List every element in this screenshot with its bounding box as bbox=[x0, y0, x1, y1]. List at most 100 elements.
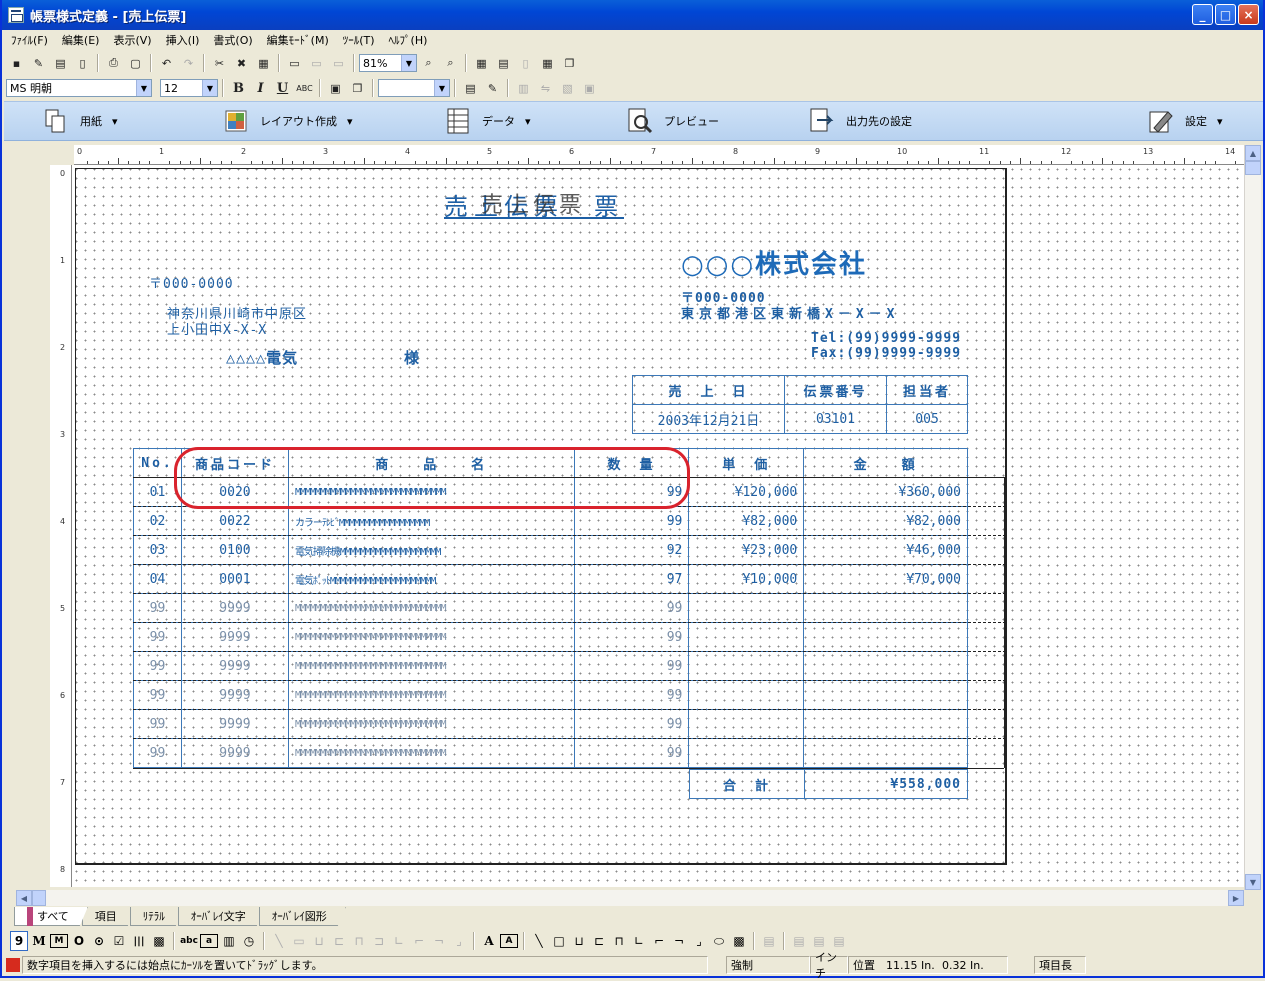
bracket-3-dim-icon[interactable]: ⊓ bbox=[350, 931, 368, 951]
frame-3-icon[interactable]: ▭ bbox=[328, 53, 349, 73]
sheet-icon[interactable]: ▦ bbox=[537, 53, 558, 73]
distribute-icon[interactable]: ⇋ bbox=[535, 78, 556, 98]
company-address[interactable]: 東京都港区東新橋X－X－X bbox=[681, 303, 899, 322]
scroll-thumb-h[interactable] bbox=[32, 890, 46, 906]
edit-icon[interactable]: ✎ bbox=[28, 53, 49, 73]
row-name[interactable]: MMMMMMMMMMMMMMMMMMMMMMMMMMMMMM bbox=[287, 738, 575, 768]
row-price[interactable]: ¥10,000 bbox=[688, 564, 805, 594]
align-icon[interactable]: ▥ bbox=[513, 78, 534, 98]
row-qty[interactable]: 99 bbox=[573, 680, 690, 710]
scroll-right-icon[interactable]: ▶ bbox=[1228, 890, 1244, 906]
corner-br-icon[interactable]: ⌟ bbox=[690, 931, 708, 951]
tab-literal[interactable]: ﾘﾃﾗﾙ bbox=[130, 907, 184, 926]
print-icon[interactable]: ⎙ bbox=[103, 53, 124, 73]
row-qty[interactable]: 99 bbox=[573, 709, 690, 739]
bracket-bottom-icon[interactable]: ⊔ bbox=[570, 931, 588, 951]
row-amount[interactable] bbox=[803, 738, 968, 768]
row-amount[interactable] bbox=[803, 593, 968, 623]
undo-icon[interactable]: ↶ bbox=[156, 53, 177, 73]
row-name[interactable]: MMMMMMMMMMMMMMMMMMMMMMMMMMMMMM bbox=[287, 593, 575, 623]
scroll-thumb[interactable] bbox=[1245, 161, 1261, 175]
row-name[interactable]: カラーﾃﾚﾋﾞMMMMMMMMMMMMMMMMMM bbox=[287, 506, 575, 536]
font-select[interactable]: MS 明朝 ▼ bbox=[6, 79, 152, 97]
scroll-up-icon[interactable]: ▲ bbox=[1245, 145, 1261, 161]
scroll-down-icon[interactable]: ▼ bbox=[1245, 874, 1261, 890]
bracket-2-dim-icon[interactable]: ⊏ bbox=[330, 931, 348, 951]
row-amount[interactable] bbox=[803, 709, 968, 739]
circle-text-tool[interactable]: O bbox=[70, 931, 88, 951]
row-name[interactable]: 電気掃除機MMMMMMMMMMMMMMMMMMMM bbox=[287, 535, 575, 565]
row-price[interactable] bbox=[688, 738, 805, 768]
row-amount[interactable] bbox=[803, 651, 968, 681]
output-button[interactable]: 出力先の設定 bbox=[808, 107, 912, 135]
layer-1-dim-icon[interactable]: ▤ bbox=[760, 931, 778, 951]
menu-tools[interactable]: ﾂｰﾙ(T) bbox=[336, 32, 382, 48]
info-value-number[interactable]: 03101 bbox=[783, 404, 888, 434]
total-value[interactable]: ¥558,000 bbox=[804, 769, 968, 799]
row-qty[interactable]: 99 bbox=[573, 738, 690, 768]
row-no[interactable]: 99 bbox=[133, 738, 182, 768]
paper-button[interactable]: 用紙 ▾ bbox=[42, 107, 118, 135]
row-code[interactable]: 9999 bbox=[180, 680, 289, 710]
row-no[interactable]: 99 bbox=[133, 709, 182, 739]
row-code[interactable]: 9999 bbox=[180, 593, 289, 623]
barcode-tool[interactable]: ||| bbox=[130, 931, 148, 951]
row-code[interactable]: 0022 bbox=[180, 506, 289, 536]
layer-2-dim-icon[interactable]: ▤ bbox=[790, 931, 808, 951]
data-button[interactable]: データ ▾ bbox=[444, 107, 531, 135]
page-icon[interactable]: ▯ bbox=[515, 53, 536, 73]
settings-button[interactable]: 設定 ▾ bbox=[1147, 107, 1223, 135]
row-code[interactable]: 9999 bbox=[180, 622, 289, 652]
tab-overlay-text[interactable]: ｵｰﾊﾞﾚｲ文字 bbox=[178, 907, 265, 926]
row-no[interactable]: 99 bbox=[133, 622, 182, 652]
underline-button[interactable]: U bbox=[272, 78, 293, 98]
document-icon[interactable]: ▯ bbox=[72, 53, 93, 73]
company-tel[interactable]: Tel:(99)9999-9999 bbox=[811, 331, 961, 346]
row-qty[interactable]: 92 bbox=[573, 535, 690, 565]
italic-button[interactable]: I bbox=[250, 78, 271, 98]
corner-2-dim-icon[interactable]: ⌐ bbox=[410, 931, 428, 951]
col-header-price[interactable]: 単 価 bbox=[688, 448, 805, 478]
row-price[interactable]: ¥82,000 bbox=[688, 506, 805, 536]
preview-button[interactable]: プレビュー bbox=[626, 107, 719, 135]
line-tool-icon[interactable]: ╲ bbox=[530, 931, 548, 951]
layer-icon[interactable]: ▤ bbox=[460, 78, 481, 98]
table-icon[interactable]: ▤ bbox=[493, 53, 514, 73]
cut-icon[interactable]: ✂ bbox=[209, 53, 230, 73]
menu-insert[interactable]: 挿入(I) bbox=[159, 32, 207, 48]
row-price[interactable] bbox=[688, 651, 805, 681]
frame-2-icon[interactable]: ▭ bbox=[306, 53, 327, 73]
ellipse-tool-icon[interactable]: ⬭ bbox=[710, 931, 728, 951]
row-amount[interactable]: ¥360,000 bbox=[803, 477, 968, 507]
menu-edit[interactable]: 編集(E) bbox=[55, 32, 107, 48]
bracket-left-icon[interactable]: ⊏ bbox=[590, 931, 608, 951]
menu-view[interactable]: 表示(V) bbox=[106, 32, 158, 48]
info-value-staff[interactable]: 005 bbox=[886, 404, 968, 434]
row-code[interactable]: 9999 bbox=[180, 651, 289, 681]
line-tool-dim-icon[interactable]: ╲ bbox=[270, 931, 288, 951]
clock-icon[interactable]: ◷ bbox=[240, 931, 258, 951]
corner-4-dim-icon[interactable]: ⌟ bbox=[450, 931, 468, 951]
text-field-tool[interactable]: M bbox=[30, 931, 48, 951]
info-header-number[interactable]: 伝票番号 bbox=[783, 375, 888, 405]
literal-text-tool[interactable]: abc bbox=[180, 931, 198, 951]
rect-tool-dim-icon[interactable]: ▭ bbox=[290, 931, 308, 951]
bold-button[interactable]: B bbox=[228, 78, 249, 98]
delete-icon[interactable]: ✖ bbox=[231, 53, 252, 73]
row-no[interactable]: 99 bbox=[133, 651, 182, 681]
bracket-top-icon[interactable]: ⊓ bbox=[610, 931, 628, 951]
zoom-icon[interactable]: ⌕ bbox=[418, 53, 439, 73]
company-fax[interactable]: Fax:(99)9999-9999 bbox=[811, 346, 961, 361]
color-select[interactable]: ▼ bbox=[378, 79, 450, 97]
document-title-overlay[interactable]: 売上伝票 bbox=[481, 187, 585, 219]
layer-4-dim-icon[interactable]: ▤ bbox=[830, 931, 848, 951]
row-price[interactable] bbox=[688, 622, 805, 652]
table-tool-icon[interactable]: ▥ bbox=[220, 931, 238, 951]
literal-box-tool[interactable]: a bbox=[200, 934, 218, 948]
image-field-icon[interactable]: ▩ bbox=[150, 931, 168, 951]
row-amount[interactable] bbox=[803, 680, 968, 710]
redo-icon[interactable]: ↷ bbox=[178, 53, 199, 73]
customer-zip[interactable]: 〒000-0000 bbox=[149, 273, 234, 292]
row-no[interactable]: 03 bbox=[133, 535, 182, 565]
menu-file[interactable]: ﾌｧｲﾙ(F) bbox=[4, 32, 55, 48]
